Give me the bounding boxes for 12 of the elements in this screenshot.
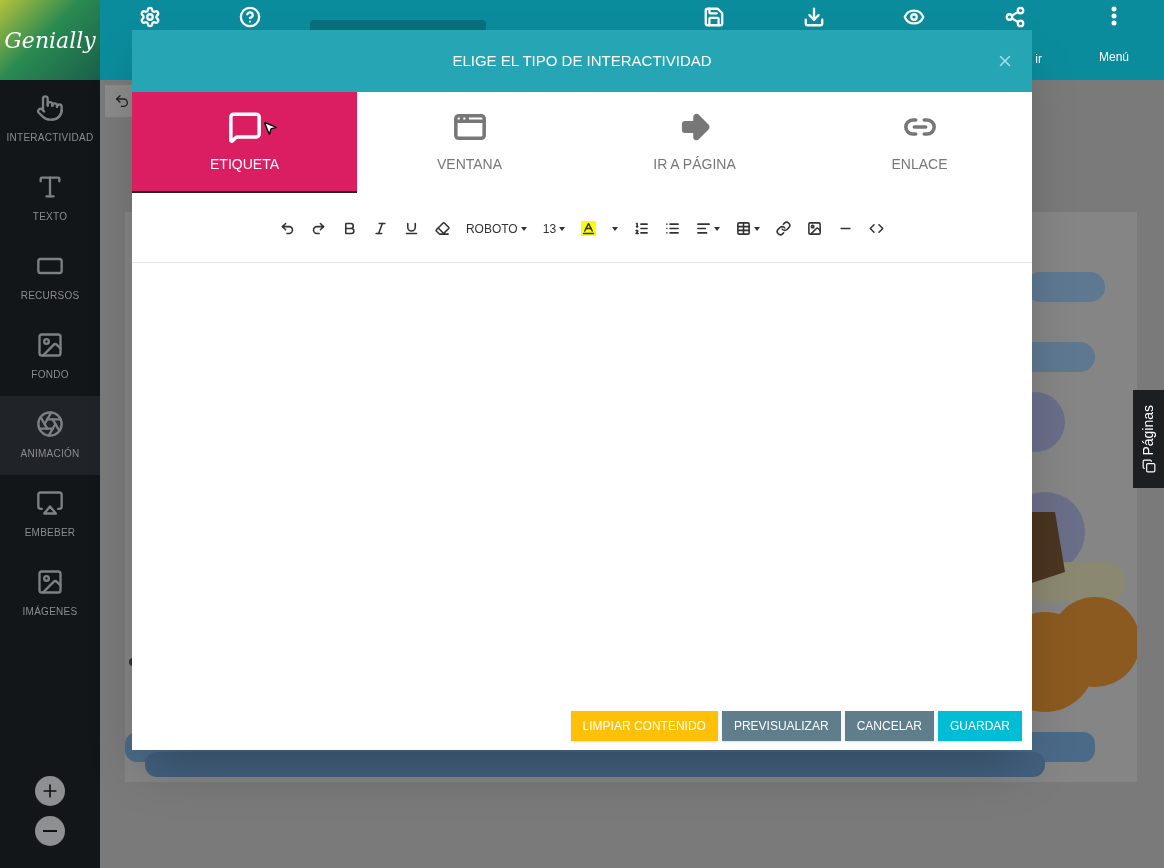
sidebar-label: EMBEBER [24,526,76,540]
toolbar-label: Menú [1099,49,1129,66]
pages-label: Páginas [1139,404,1157,456]
sidebar-label: FONDO [31,368,69,382]
sidebar-label: INTERACTIVIDAD [6,131,94,145]
toolbar-label: ir [1035,51,1042,68]
sidebar-label: IMÁGENES [22,604,78,619]
sidebar-label: RECURSOS [20,289,80,303]
logo: Genially [0,0,100,80]
sidebar-label: ANIMACIÓN [20,446,80,461]
sidebar-label: TEXTO [32,210,68,224]
modal-title: ELIGE EL TIPO DE INTERACTIVIDAD [452,50,712,71]
